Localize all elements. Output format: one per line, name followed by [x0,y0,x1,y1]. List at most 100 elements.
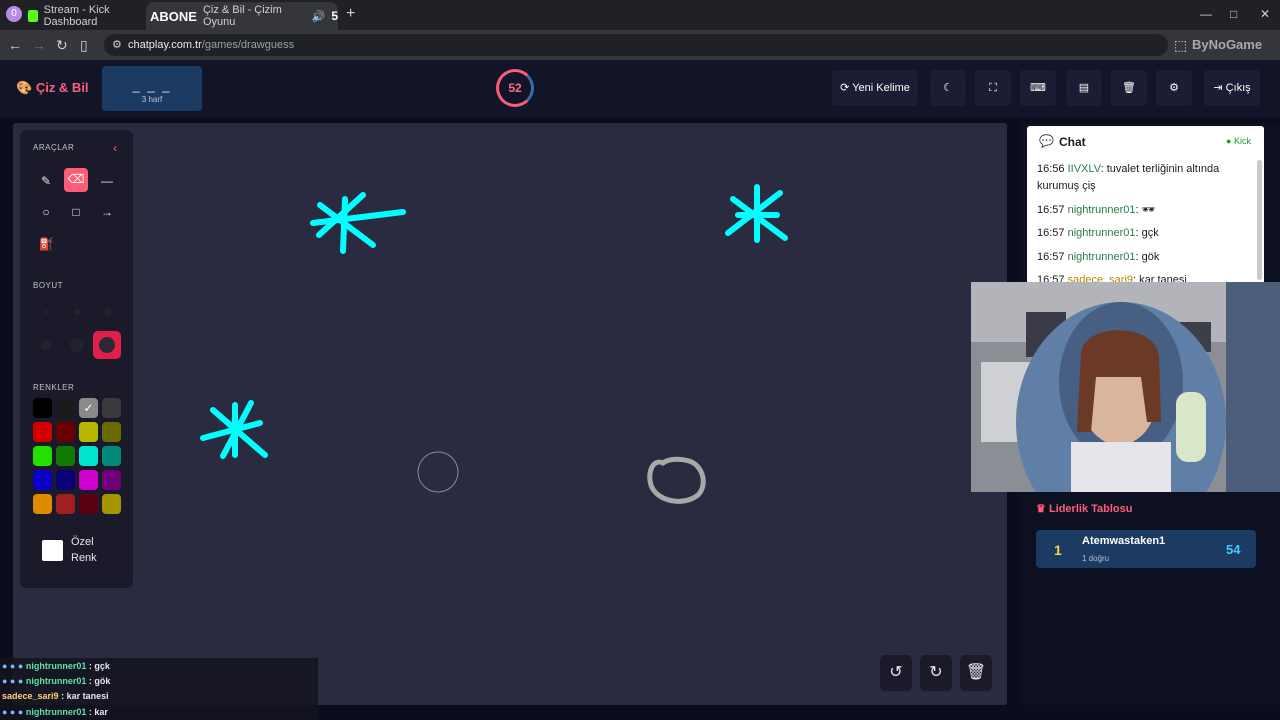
badge-icons: ● ● ● [2,707,24,717]
overlay-user: nightrunner01 [25,676,87,686]
color-swatch[interactable] [79,494,98,514]
color-swatch[interactable] [33,470,52,490]
audio-icon: 🔊 [311,10,326,23]
overlay-user: nightrunner01 [25,707,87,717]
color-swatch[interactable] [102,446,121,466]
chat-text: gçk [1141,227,1159,239]
undo-icon: ↺ [889,664,903,681]
maximize-icon[interactable]: □ [1230,7,1237,21]
profile-badge[interactable]: 0 [6,6,22,22]
snowflake-stroke-1 [310,192,406,254]
word-display: _ _ _ 3 harf [102,66,202,111]
reload-icon[interactable]: ↻ [56,37,68,53]
webcam-image [971,282,1280,492]
redo-icon: ↻ [929,664,943,681]
line-icon[interactable]: — [96,170,118,192]
chat-user: sadece_sari9 [1067,274,1134,282]
chat-time: 16:57 [1037,227,1065,239]
chat-user: IIVXLV [1067,163,1101,175]
color-swatch[interactable] [56,422,75,442]
back-icon[interactable]: ← [8,37,22,53]
abone-count: 5 [331,9,338,23]
extensions-icon[interactable]: ⬚ [1174,37,1187,53]
chat-message: 16:57 sadece_sari9: kar tanesi [1037,272,1253,282]
fullscreen-icon: ⛶ [989,82,997,94]
size-option-1[interactable] [44,310,48,314]
url-field[interactable]: ⚙ chatplay.com.tr/games/drawguess [104,34,1168,56]
chat-text: tuvalet terliğinin altında kurumuş çiş [1037,163,1220,192]
undo-button[interactable]: ↺ [880,655,912,691]
color-swatch[interactable] [33,494,52,514]
size-option-3[interactable] [104,308,112,316]
clear-canvas-button[interactable]: 🗑 [960,655,992,691]
color-swatch[interactable] [79,446,98,466]
fill-bucket-icon[interactable]: ⛽ [35,233,57,255]
exit-button[interactable]: ⇥ Çıkış [1204,70,1260,106]
new-word-button[interactable]: ⟳ Yeni Kelime [832,70,918,106]
leaderboard-name: Atemwastaken1 [1082,535,1166,547]
size-option-5[interactable] [70,338,84,352]
trash-icon: 🗑 [1122,82,1136,94]
forward-icon[interactable]: → [32,37,46,53]
color-swatch[interactable] [56,446,75,466]
color-swatch[interactable] [33,446,52,466]
archive-icon: ▤ [1078,82,1090,94]
size-heading: BOYUT [33,281,64,290]
settings-button[interactable]: ⚙ [1156,70,1192,106]
overlay-chat-line: ● ● ● nightrunner01 : kar [2,707,108,717]
color-swatch[interactable] [56,398,75,418]
refresh-icon: ⟳ [840,82,850,94]
minimize-icon[interactable]: — [1200,7,1212,21]
exit-label: Çıkış [1225,82,1251,94]
color-swatch[interactable] [33,422,52,442]
color-swatch[interactable] [102,398,121,418]
fullscreen-button[interactable]: ⛶ [975,70,1011,106]
canvas-drawing [200,184,788,504]
rectangle-icon[interactable]: □ [65,201,87,223]
keyboard-button[interactable]: ⌨ [1020,70,1056,106]
drawing-canvas[interactable] [13,123,1007,705]
keyboard-icon: ⌨ [1030,82,1046,94]
size-option-2[interactable] [74,309,80,315]
tab-label: Stream - Kick Dashboard [43,4,110,28]
collapse-toolbox-button[interactable]: ‹ [104,137,126,159]
gear-icon: ⚙ [1169,82,1179,94]
circle-icon[interactable]: ○ [35,201,57,223]
tab-kick-dashboard[interactable]: Stream - Kick Dashboard [28,4,142,28]
dark-mode-button[interactable]: ☾ [930,70,966,106]
new-tab-button[interactable]: + [346,6,355,22]
eraser-icon[interactable]: ⌫ [64,168,88,192]
tab-ciz-bil[interactable]: ABONE Çiz & Bil - Çizim Oyunu 🔊 5 [146,2,338,30]
site-info-icon[interactable]: ⚙ [112,34,122,56]
tab-label: Çiz & Bil - Çizim Oyunu [202,4,282,28]
chat-text: 🕶 [1141,204,1156,216]
color-swatch[interactable]: ✓ [79,398,98,418]
close-icon[interactable]: ✕ [1260,7,1270,21]
chat-scrollbar[interactable] [1257,160,1262,280]
new-word-label: Yeni Kelime [852,82,910,94]
brand-logo: 🎨 Çiz & Bil [16,80,89,96]
color-swatch[interactable] [79,470,98,490]
size-option-4[interactable] [41,340,51,350]
redo-button[interactable]: ↻ [920,655,952,691]
color-swatch[interactable] [102,422,121,442]
kick-favicon-icon [28,10,38,22]
color-swatch[interactable] [102,494,121,514]
color-swatch[interactable] [102,470,121,490]
overlay-chat-line: sadece_sari9 : kar tanesi [2,691,109,701]
trash-button[interactable]: 🗑 [1111,70,1147,106]
color-swatch[interactable] [56,494,75,514]
brush-cursor [417,451,459,493]
color-swatch[interactable] [79,422,98,442]
archive-button[interactable]: ▤ [1066,70,1102,106]
split-view-icon[interactable]: ▯ [80,37,88,53]
pen-icon[interactable]: ✎ [35,170,57,192]
overlay-chat-line: ● ● ● nightrunner01 : gçk [2,661,110,671]
custom-color-swatch[interactable] [42,540,63,561]
arrow-icon[interactable]: → [96,201,118,223]
snowflake-stroke-2 [725,184,788,243]
custom-color-label: Özel Renk [71,536,97,564]
badge-icons: ● ● ● [2,661,24,671]
color-swatch[interactable] [33,398,52,418]
color-swatch[interactable] [56,470,75,490]
